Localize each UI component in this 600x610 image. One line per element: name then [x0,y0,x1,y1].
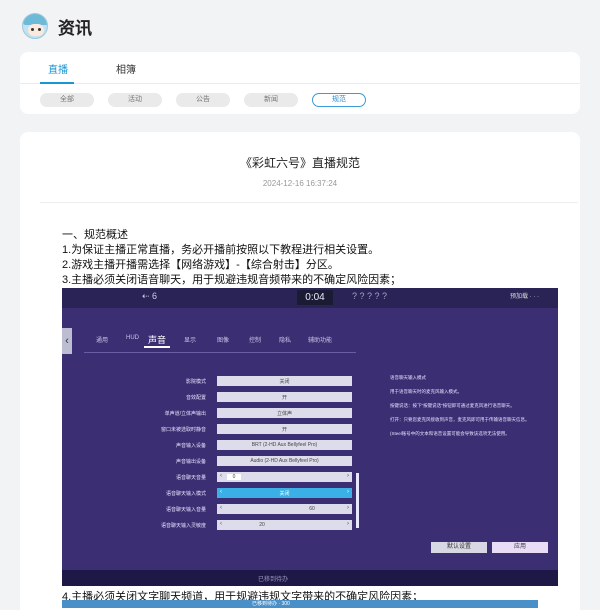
active-tab-underline [40,82,74,84]
anime-avatar-logo-icon [22,13,48,39]
settings-row[interactable]: 单声道/立体声输出 立体声 [62,407,358,419]
next-screenshot-preview: 已移到待办 · 300 [62,600,538,608]
game-settings-screenshot: ⇠ 6 0:04 ? ? ? ? ? 预加载 · · · ‹ 通用 HUD 声音… [62,288,558,586]
settings-tab-graphics[interactable]: 图像 [217,335,229,344]
settings-row[interactable]: 语音聊天输入灵敏度 20 ‹ › [62,519,358,531]
settings-row[interactable]: 窗口未被选取时静音 开 [62,423,358,435]
settings-tab-general[interactable]: 通用 [96,335,108,344]
scrollbar[interactable] [356,473,359,528]
filter-chip-rules[interactable]: 规范 [312,93,366,107]
reset-defaults-button[interactable]: 默认设置 [431,542,487,553]
settings-row[interactable]: 声音输入设备 BRT (2-HD Aux Bellyfeel Pro) [62,439,358,451]
divider [40,202,578,203]
article-paragraph: 一、规范概述 [62,229,128,241]
settings-row-highlighted[interactable]: 语音聊天输入模式 关闭 ‹ › [62,487,358,499]
category-card: 直播 相簿 全部 活动 公告 新闻 规范 [20,52,580,114]
tab-bar: 直播 相簿 [20,52,580,84]
article-title: 《彩虹六号》直播规范 [239,156,360,170]
settings-tab-sound[interactable]: 声音 [148,333,166,346]
apply-button[interactable]: 应用 [492,542,548,553]
hud-operator-icons: ? ? ? ? ? [352,291,388,301]
article-paragraph: 3.主播必须关闭语音聊天，用于规避违规音频带来的不确定风险因素； [62,274,402,286]
hud-corner-text: 预加载 · · · [510,294,539,300]
settings-row[interactable]: 语音聊天输入音量 60 ‹ › [62,503,358,515]
article-paragraph: 1.为保证主播正常直播，务必开播前按照以下教程进行相关设置。 [62,244,380,256]
settings-row[interactable]: 音效配置 开 [62,391,358,403]
chevron-left-icon[interactable]: ‹ [62,328,72,354]
setting-description: 语音聊天输入模式 用于语音聊天时的麦克风输入模式。 按键说话：按下"按键说话"按… [390,375,530,436]
filter-chip-all[interactable]: 全部 [40,93,94,107]
article-date: 2024-12-16 16:37:24 [262,179,338,188]
article-card: 《彩虹六号》直播规范 2024-12-16 16:37:24 一、规范概述 1.… [20,132,580,610]
screenshot-bottom-bar: 已移到待办 [62,570,558,586]
game-hud-bar: ⇠ 6 0:04 ? ? ? ? ? 预加载 · · · [62,288,558,308]
divider [84,352,356,353]
hud-score: ⇠ 6 [142,291,158,301]
filter-chip-news[interactable]: 新闻 [244,93,298,107]
settings-tab-hud[interactable]: HUD [126,335,139,341]
filter-chip-events[interactable]: 活动 [108,93,162,107]
article-paragraph: 2.游戏主播开播需选择【网络游戏】-【综合射击】分区。 [62,259,339,271]
settings-row[interactable]: 声音输出设备 Audio (2-HD Aux Bellyfeel Pro) [62,455,358,467]
settings-tab-controls[interactable]: 控制 [249,335,261,344]
settings-tab-underline [144,346,170,348]
settings-tab-privacy[interactable]: 隐私 [279,335,291,344]
settings-row[interactable]: 影院模式 关闭 [62,375,358,387]
page-title: 资讯 [58,18,92,38]
hud-timer: 0:04 [297,290,333,305]
settings-row[interactable]: 语音聊天音量 0 ‹ › [62,471,358,483]
app-header: 资讯 [0,0,600,52]
settings-tab-display[interactable]: 显示 [184,335,196,344]
settings-tab-accessibility[interactable]: 辅助功能 [308,335,332,344]
tab-album[interactable]: 相簿 [116,61,136,76]
tab-live[interactable]: 直播 [48,61,68,76]
filter-chip-announcements[interactable]: 公告 [176,93,230,107]
